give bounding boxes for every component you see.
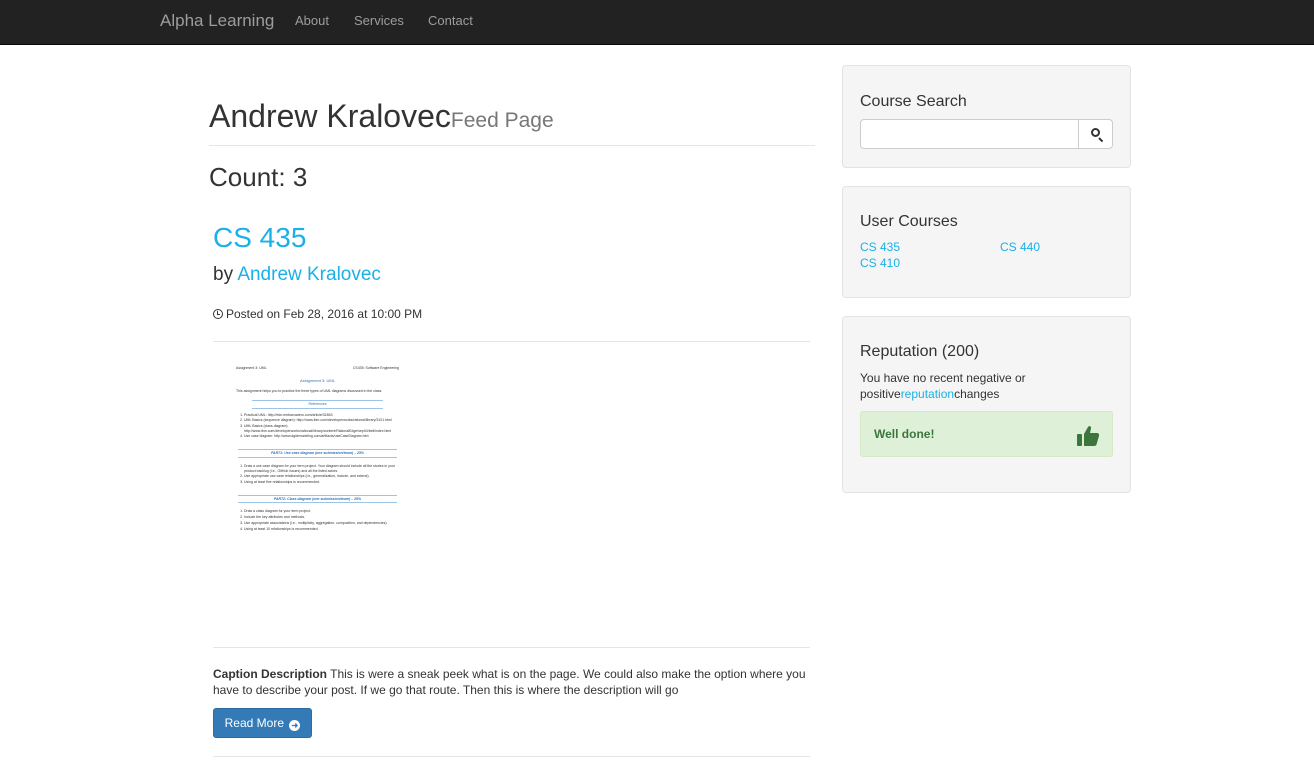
read-more-label: Read More: [224, 716, 285, 730]
doc-reference-item: UML Basics (class diagram): http://www.i…: [244, 424, 399, 433]
user-courses-heading: User Courses: [860, 213, 958, 230]
doc-part1-item: Draw a use case diagram for your term pr…: [244, 464, 399, 473]
reputation-heading: Reputation (200): [860, 343, 980, 360]
brand-link[interactable]: Alpha Learning: [160, 11, 274, 31]
author-link[interactable]: Andrew Kralovec: [237, 264, 381, 285]
search-icon: [1091, 128, 1100, 137]
post-date-text: Posted on Feb 28, 2016 at 10:00 PM: [226, 307, 423, 321]
doc-header-left: Assignment 3: UML: [236, 366, 267, 370]
reputation-text-after: changes: [954, 387, 1000, 401]
reputation-text: You have no recent negative or positiver…: [860, 370, 1110, 402]
doc-reference-item: Practical UML: http://edn.embarcadero.co…: [244, 413, 399, 418]
alert-message: Well done!: [874, 427, 935, 441]
page-title: Andrew KralovecFeed Page: [209, 98, 554, 135]
doc-part1-item: Use appropriate use case relationships (…: [244, 474, 399, 479]
doc-part2-item: Using at least 10 relationships is recom…: [244, 527, 399, 532]
course-search-heading: Course Search: [860, 93, 967, 110]
doc-part1-item: Using at least five relationships is rec…: [244, 480, 399, 485]
clock-icon: [213, 309, 223, 319]
arrow-circle-right-icon: ➜: [289, 720, 301, 731]
divider: [213, 341, 810, 342]
post-date: Posted on Feb 28, 2016 at 10:00 PM: [213, 307, 422, 321]
post-image-document[interactable]: Assignment 3: UML CS435: Software Enginee…: [230, 366, 405, 601]
course-link-cs435[interactable]: CS 435: [860, 240, 900, 254]
nav-about[interactable]: About: [295, 13, 329, 28]
post-caption: Caption Description This is were a sneak…: [213, 666, 813, 698]
doc-references-heading: References: [252, 399, 383, 409]
doc-header-right: CS435: Software Engineering: [352, 366, 399, 370]
reputation-link[interactable]: reputation: [901, 387, 954, 401]
by-label: by: [213, 264, 234, 285]
divider: [213, 647, 810, 648]
title-divider: [209, 145, 815, 146]
doc-header: Assignment 3: UML CS435: Software Enginee…: [236, 366, 399, 371]
reputation-panel: Reputation (200) You have no recent nega…: [842, 316, 1131, 493]
doc-part2-item: Include the key attributes and methods.: [244, 515, 399, 520]
doc-title: Assignment 3: UML: [300, 377, 335, 383]
page-subtitle: Feed Page: [450, 109, 554, 132]
doc-part2-heading: PART2: Class diagram (one submission/tea…: [238, 494, 397, 504]
course-search-input[interactable]: [860, 119, 1079, 149]
read-more-button[interactable]: Read More ➜: [213, 708, 312, 738]
doc-reference-item: UML Basics (sequence diagram): http://ww…: [244, 418, 399, 423]
doc-part2-item: Draw a class diagram for your term proje…: [244, 509, 399, 514]
post-count: Count: 3: [209, 162, 308, 192]
doc-part1-heading: PART1: Use case diagram (one submission/…: [238, 449, 397, 458]
top-navbar: Alpha Learning About Services Contact: [0, 0, 1314, 45]
search-button[interactable]: [1078, 119, 1113, 149]
caption-label: Caption Description: [213, 667, 328, 681]
doc-part2-item: Use appropriate associations (i.e., mult…: [244, 521, 399, 526]
success-alert: Well done!: [860, 411, 1113, 457]
nav-contact[interactable]: Contact: [428, 13, 473, 28]
course-search-panel: Course Search: [842, 65, 1131, 168]
page-title-name: Andrew Kralovec: [209, 98, 451, 134]
course-link-cs410[interactable]: CS 410: [860, 256, 900, 270]
post-title-link[interactable]: CS 435: [213, 222, 306, 254]
divider: [213, 756, 810, 757]
doc-intro: This assignment helps you to practice th…: [236, 389, 383, 394]
thumbs-up-icon: [1077, 426, 1100, 446]
doc-part1-list: Draw a use case diagram for your term pr…: [244, 464, 399, 485]
doc-reference-item: Use case diagram: http://www.agilemodeli…: [244, 434, 399, 439]
doc-references-list: Practical UML: http://edn.embarcadero.co…: [244, 413, 399, 440]
post-byline: by Andrew Kralovec: [213, 264, 381, 286]
user-courses-panel: User Courses CS 435 CS 440 CS 410: [842, 186, 1131, 298]
doc-part2-list: Draw a class diagram for your term proje…: [244, 509, 399, 531]
course-link-cs440[interactable]: CS 440: [1000, 240, 1040, 254]
nav-services[interactable]: Services: [354, 13, 404, 28]
